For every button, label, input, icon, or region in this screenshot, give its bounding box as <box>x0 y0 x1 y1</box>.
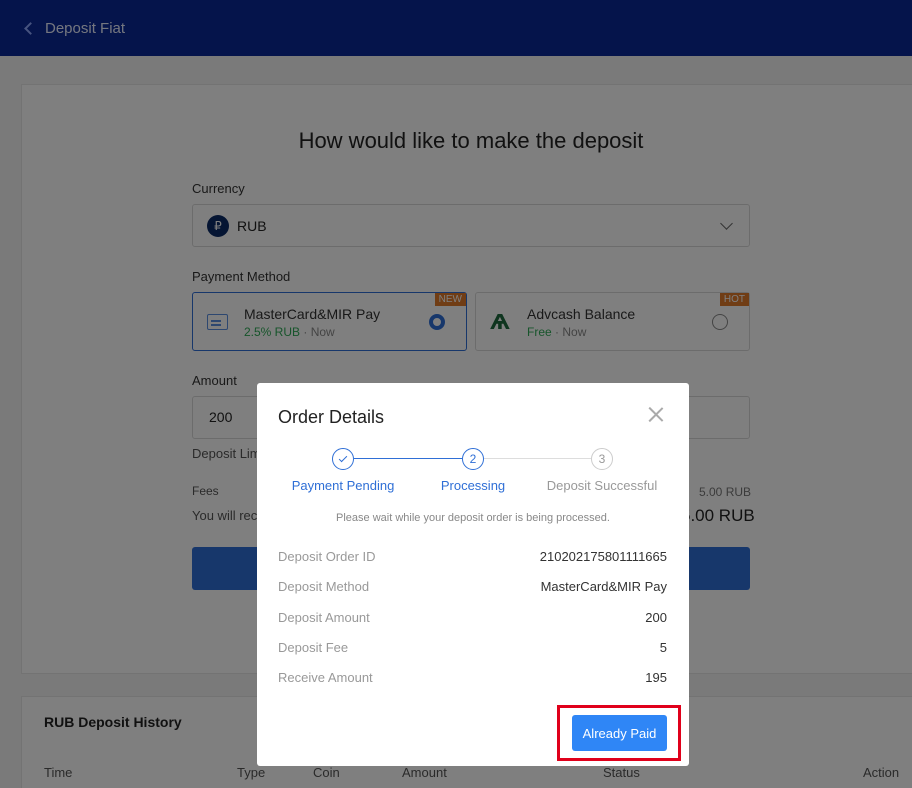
step-1-check-icon <box>332 448 354 470</box>
row-key: Deposit Method <box>278 579 370 594</box>
row-value: 210202175801111665 <box>539 549 667 564</box>
row-value: 195 <box>645 670 667 685</box>
step-1-label: Payment Pending <box>291 478 395 493</box>
row-key: Receive Amount <box>278 670 373 685</box>
step-2-circle: 2 <box>462 448 484 470</box>
row-value: 200 <box>645 610 667 625</box>
already-paid-button[interactable]: Already Paid <box>572 715 667 751</box>
step-2-label: Processing <box>440 478 506 493</box>
step-line-pending <box>484 458 591 459</box>
row-key: Deposit Order ID <box>278 549 376 564</box>
modal-title: Order Details <box>278 407 385 427</box>
row-key: Deposit Amount <box>278 610 370 625</box>
row-value: 5 <box>659 640 667 655</box>
step-3-label: Deposit Successful <box>546 478 658 493</box>
row-key: Deposit Fee <box>278 640 349 655</box>
step-3-circle: 3 <box>591 448 613 470</box>
processing-note: Please wait while your deposit order is … <box>336 512 610 524</box>
row-value: MasterCard&MIR Pay <box>540 579 667 594</box>
close-icon[interactable] <box>648 407 663 422</box>
step-line-done <box>354 458 462 459</box>
